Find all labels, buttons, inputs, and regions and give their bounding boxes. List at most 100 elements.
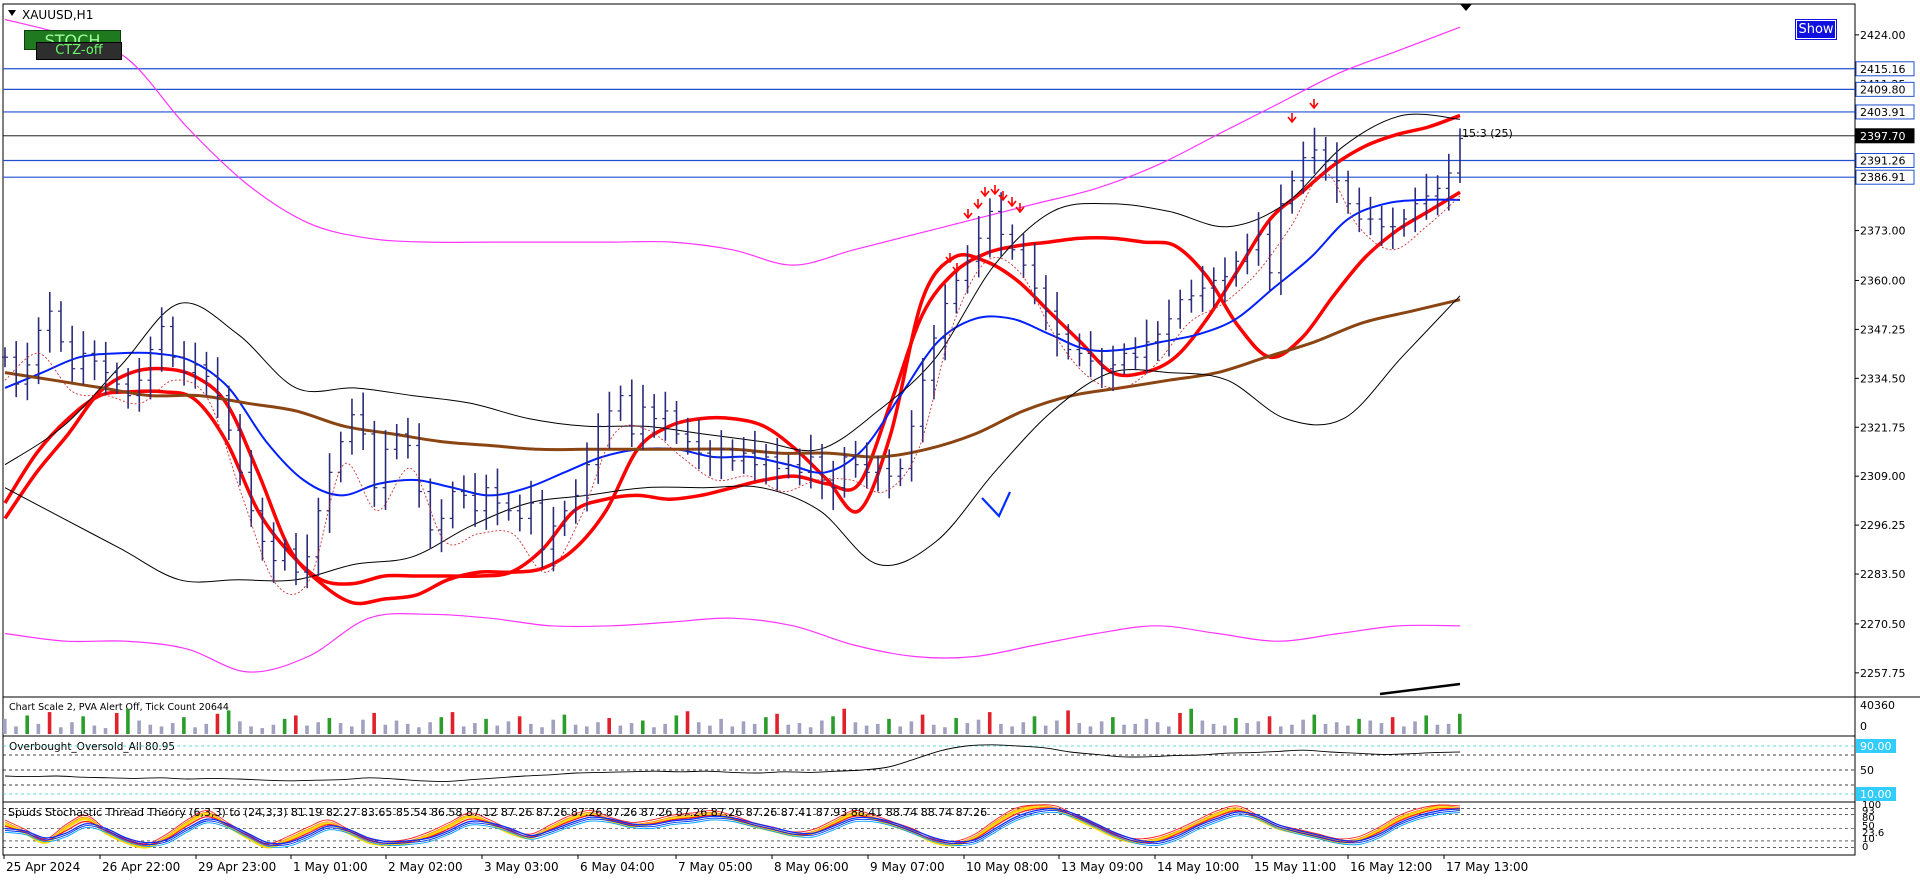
time-tick-label: 1 May 01:00 [293, 860, 368, 874]
price-tick-label: 2257.75 [1860, 667, 1906, 680]
price-tick-label: 2283.50 [1860, 568, 1906, 581]
volume-bar [1211, 723, 1216, 734]
volume-bar [103, 728, 108, 734]
sell-arrow-icon [1015, 203, 1025, 214]
price-level-label: 2403.91 [1860, 106, 1906, 119]
indicator-line-6 [4, 113, 1461, 466]
volume-bar [1402, 726, 1406, 734]
volume-bar [909, 721, 914, 734]
price-level-label: 2397.70 [1860, 130, 1906, 143]
price-tick-label: 2373.00 [1860, 225, 1906, 238]
volume-bar [887, 718, 891, 734]
volume-bar [1167, 726, 1171, 734]
volume-bar [170, 723, 175, 734]
volume-bar [36, 723, 41, 734]
volume-bar [999, 723, 1003, 734]
volume-bar [58, 727, 63, 734]
volume-bar [1334, 722, 1339, 734]
volume-bar [1178, 712, 1182, 734]
volume-bar [954, 717, 958, 734]
volume-bar [506, 721, 511, 734]
volume-bar [797, 723, 802, 734]
volume-bar [1099, 721, 1104, 734]
volume-tick-label: 40360 [1860, 699, 1895, 712]
volume-bar [1021, 722, 1026, 734]
volume-bar [271, 724, 276, 734]
price-tick-label: 2334.50 [1860, 372, 1906, 385]
volume-bar [1290, 724, 1294, 734]
volume-bar [708, 725, 712, 734]
volume-bar [540, 727, 544, 734]
volume-bar [70, 722, 74, 734]
indicator-line-5 [4, 612, 1461, 673]
volume-bar [92, 725, 97, 734]
stochastic-tick-label: 0 [1862, 842, 1868, 853]
indicator-line-4 [4, 18, 1461, 266]
price-tick-label: 2309.00 [1860, 470, 1906, 483]
volume-bar [204, 723, 209, 734]
chart-canvas[interactable]: XAUUSD,H1 2424.002411.252373.002360.0023… [0, 0, 1920, 879]
volume-title: Chart Scale 2, PVA Alert Off, Tick Count… [9, 702, 229, 713]
price-tick-label: 2296.25 [1860, 519, 1906, 532]
volume-bar [730, 726, 735, 734]
volume-bar [473, 723, 477, 734]
time-tick-label: 8 May 06:00 [774, 860, 849, 874]
oscillator-tick-label: 50 [1860, 764, 1874, 777]
volume-bar [439, 717, 444, 734]
price-tick-label: 2424.00 [1860, 29, 1906, 42]
shift-marker-icon[interactable] [1460, 4, 1472, 11]
volume-bar [808, 727, 813, 734]
volume-bar [148, 724, 153, 734]
volume-bar [260, 728, 265, 734]
volume-bar [1390, 717, 1395, 734]
price-tick-label: 2270.50 [1860, 618, 1906, 631]
volume-bar [1043, 725, 1048, 734]
ctz-off-button[interactable]: CTZ-off [36, 42, 122, 60]
volume-bar [25, 715, 29, 734]
volume-bar [775, 713, 779, 734]
chart-menu-triangle-icon[interactable] [8, 10, 16, 16]
volume-bar [1301, 719, 1305, 734]
volume-bar [450, 712, 455, 734]
volume-bar [484, 718, 488, 734]
sell-arrow-icon [973, 199, 983, 210]
trail-line [4, 172, 1461, 595]
volume-tick-label: 0 [1860, 720, 1867, 733]
volume-bar [585, 726, 589, 734]
volume-bar [226, 710, 231, 734]
main-chart-frame [2, 3, 1856, 698]
volume-bar [1458, 713, 1462, 734]
volume-bar [987, 712, 992, 734]
volume-bar [786, 724, 791, 734]
volume-bar [349, 726, 354, 734]
volume-bar [1435, 724, 1440, 734]
volume-bar [965, 723, 970, 734]
volume-bar [562, 714, 567, 734]
show-button[interactable]: Show [1795, 19, 1837, 40]
time-tick-label: 25 Apr 2024 [6, 860, 80, 874]
volume-bar [1312, 714, 1317, 734]
volume-bar [428, 722, 432, 734]
volume-bar [1357, 718, 1361, 734]
volume-bar [1234, 717, 1238, 734]
volume-bar [137, 720, 141, 734]
volume-bar [842, 708, 847, 734]
volume-bar [114, 712, 119, 734]
oscillator-line [4, 744, 1461, 782]
volume-panel: Chart Scale 2, PVA Alert Off, Tick Count… [3, 699, 1895, 734]
volume-bar [920, 714, 925, 734]
volume-bar [47, 712, 52, 734]
volume-bar [1379, 723, 1384, 734]
volume-bar [1088, 726, 1093, 734]
volume-bar [81, 716, 85, 734]
volume-bar [607, 717, 611, 734]
time-tick-label: 29 Apr 23:00 [198, 860, 276, 874]
time-tick-label: 7 May 05:00 [678, 860, 753, 874]
volume-bar [1446, 723, 1451, 734]
volume-bar [1055, 720, 1059, 734]
volume-bar [820, 720, 824, 734]
volume-bar [864, 725, 869, 734]
stochastic-title: Spuds Stochastic Thread Theory (6,3,3) t… [8, 806, 987, 819]
sell-arrow-icon [990, 185, 1000, 196]
volume-bar [629, 723, 634, 734]
